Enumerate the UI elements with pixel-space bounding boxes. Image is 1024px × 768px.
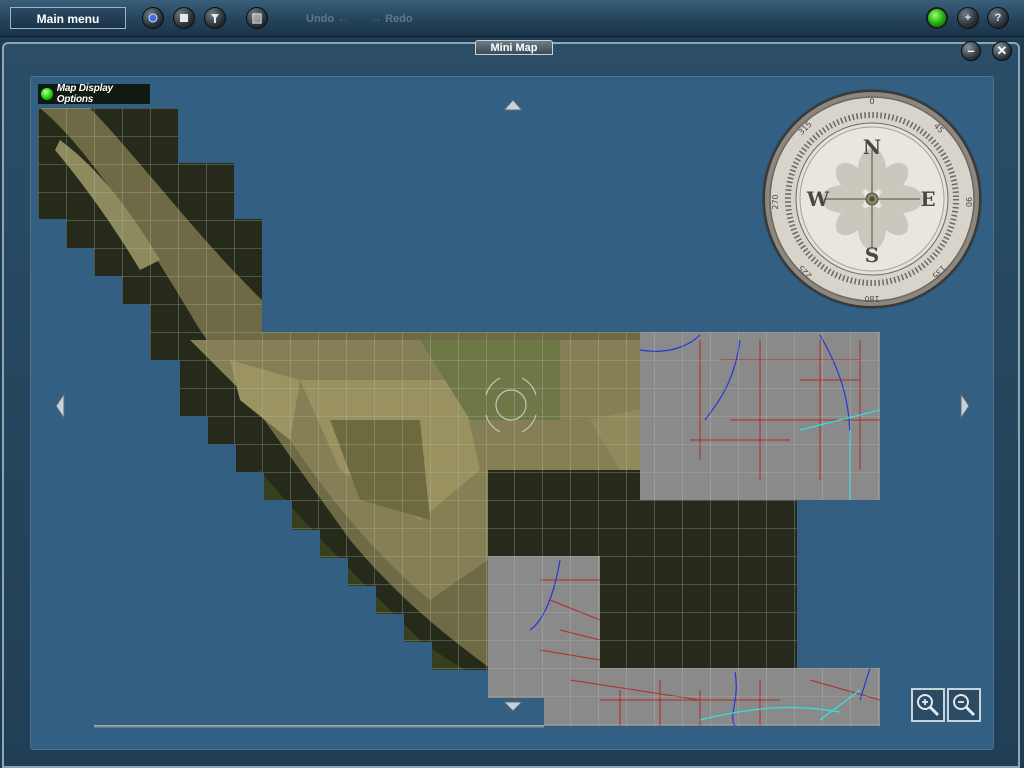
zoom-in-button[interactable] (911, 688, 945, 722)
compass-deg-0: 0 (869, 97, 874, 106)
compass-e: E (920, 187, 935, 211)
zoom-out-button[interactable] (947, 688, 981, 722)
green-status-icon (41, 88, 53, 100)
scroll-up-arrow-icon[interactable] (502, 99, 524, 111)
scroll-down-arrow-icon[interactable] (502, 701, 524, 712)
map-canvas[interactable]: N E S W 0 45 90 135 180 225 270 315 (0, 0, 1024, 768)
compass: N E S W 0 45 90 135 180 225 270 315 (762, 89, 982, 309)
map-display-options-button[interactable]: Map Display Options (38, 83, 150, 105)
scroll-right-arrow-icon[interactable] (960, 392, 970, 420)
compass-deg-270: 270 (771, 194, 780, 209)
compass-n: N (863, 135, 881, 159)
compass-deg-180: 180 (864, 294, 879, 303)
map-terrain (38, 108, 880, 726)
zoom-in-icon (917, 694, 940, 717)
map-scroll-track[interactable] (94, 725, 544, 728)
compass-deg-90: 90 (964, 197, 973, 207)
compass-w: W (806, 187, 830, 211)
zoom-out-icon (953, 694, 976, 717)
compass-s: S (865, 243, 879, 267)
scroll-left-arrow-icon[interactable] (55, 392, 65, 420)
map-display-options-label: Map Display Options (56, 83, 113, 105)
